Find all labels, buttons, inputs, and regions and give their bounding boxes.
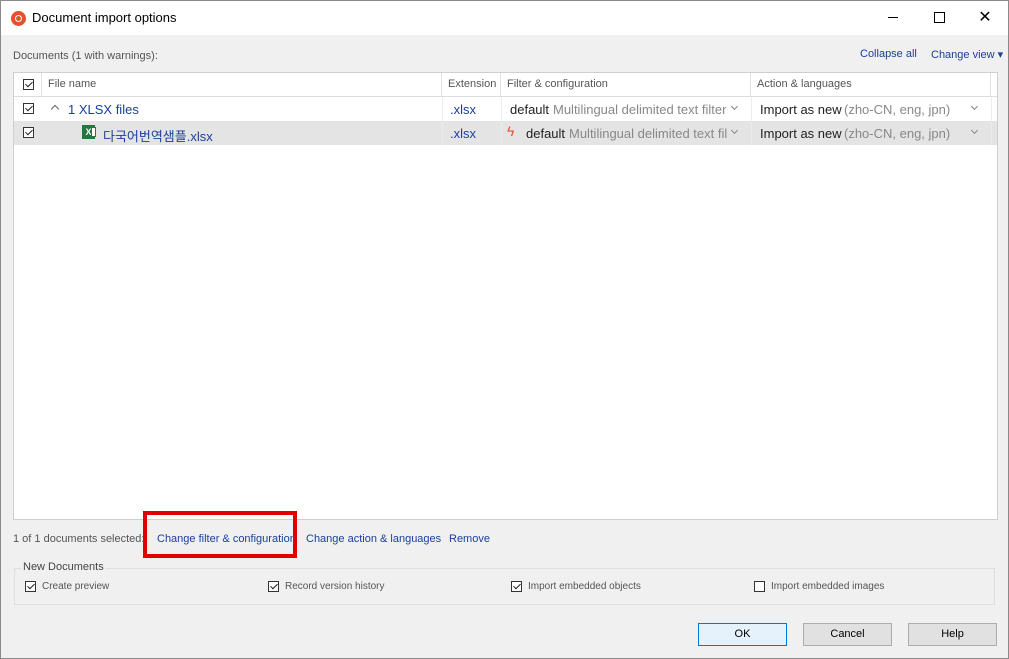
grid-header: File name Extension Filter & configurati… — [14, 73, 997, 97]
change-action-link[interactable]: Change action & languages — [306, 533, 441, 545]
warning-icon: ϟ — [507, 123, 515, 139]
create-preview-label: Create preview — [42, 581, 110, 593]
import-embedded-images-option[interactable]: Import embedded images — [754, 581, 884, 592]
group-row-checkbox[interactable] — [23, 103, 34, 114]
help-button[interactable]: Help — [908, 623, 997, 646]
file-languages[interactable]: (zho-CN, eng, jpn) — [844, 126, 950, 141]
close-icon: ✕ — [978, 9, 992, 26]
record-version-history-option[interactable]: Record version history — [268, 581, 384, 592]
column-filter[interactable]: Filter & configuration — [501, 73, 751, 96]
action-dropdown-icon[interactable] — [970, 102, 979, 111]
window-title: Document import options — [32, 10, 177, 25]
create-preview-checkbox[interactable] — [25, 581, 36, 592]
group-name: 1 XLSX files — [68, 102, 139, 117]
filter-dropdown-icon[interactable] — [730, 102, 739, 111]
column-divider — [991, 97, 992, 145]
excel-file-icon: X — [82, 125, 96, 139]
column-action[interactable]: Action & languages — [751, 73, 991, 96]
action-dropdown-icon[interactable] — [970, 126, 979, 135]
maximize-button[interactable] — [916, 1, 962, 35]
column-file-name[interactable]: File name — [42, 73, 442, 96]
cancel-button[interactable]: Cancel — [803, 623, 892, 646]
import-embedded-objects-option[interactable]: Import embedded objects — [511, 581, 641, 592]
group-filter-desc[interactable]: Multilingual delimited text filter — [553, 102, 728, 117]
file-filter-desc[interactable]: Multilingual delimited text fil — [569, 126, 727, 141]
collapse-all-link[interactable]: Collapse all — [860, 48, 917, 60]
documents-grid: File name Extension Filter & configurati… — [13, 72, 998, 520]
column-extension[interactable]: Extension — [442, 73, 501, 96]
minimize-button[interactable] — [870, 1, 916, 35]
title-bar[interactable]: Document import options ✕ — [1, 1, 1008, 35]
select-all-cell — [14, 73, 42, 96]
file-action[interactable]: Import as new — [760, 126, 842, 141]
remove-link[interactable]: Remove — [449, 533, 490, 545]
record-version-history-label: Record version history — [285, 581, 385, 593]
create-preview-option[interactable]: Create preview — [25, 581, 109, 592]
import-embedded-images-label: Import embedded images — [771, 581, 885, 593]
file-extension: .xlsx — [450, 126, 476, 141]
file-filter-name[interactable]: default — [526, 126, 565, 141]
group-filter-name[interactable]: default — [510, 102, 549, 117]
group-row-xlsx[interactable]: 1 XLSX files .xlsx default Multilingual … — [14, 97, 997, 121]
column-divider — [501, 97, 502, 145]
column-divider — [751, 97, 752, 145]
column-divider — [442, 97, 443, 145]
import-embedded-objects-checkbox[interactable] — [511, 581, 522, 592]
select-all-checkbox[interactable] — [23, 79, 34, 90]
app-logo-icon — [11, 11, 26, 26]
ok-button[interactable]: OK — [698, 623, 787, 646]
filter-dropdown-icon[interactable] — [730, 126, 739, 135]
file-row-checkbox[interactable] — [23, 127, 34, 138]
record-version-history-checkbox[interactable] — [268, 581, 279, 592]
highlight-box — [143, 511, 297, 558]
maximize-icon — [933, 12, 945, 24]
change-view-dropdown[interactable]: Change view ▾ — [931, 48, 1003, 61]
dialog-window: Document import options ✕ Documents (1 w… — [0, 0, 1009, 659]
import-embedded-images-checkbox[interactable] — [754, 581, 765, 592]
selection-status: 1 of 1 documents selected: — [13, 533, 145, 545]
documents-label: Documents (1 with warnings): — [13, 50, 158, 62]
import-embedded-objects-label: Import embedded objects — [528, 581, 641, 593]
group-action[interactable]: Import as new — [760, 102, 842, 117]
minimize-icon — [888, 17, 898, 19]
collapse-chevron-icon[interactable] — [50, 104, 60, 114]
close-button[interactable]: ✕ — [962, 1, 1008, 35]
file-name: 다국어번역샘플.xlsx — [103, 129, 213, 144]
file-row[interactable]: X 다국어번역샘플.xlsx .xlsx ϟ default Multiling… — [14, 121, 997, 145]
new-documents-title: New Documents — [21, 561, 106, 573]
group-extension: .xlsx — [450, 102, 476, 117]
group-languages[interactable]: (zho-CN, eng, jpn) — [844, 102, 950, 117]
